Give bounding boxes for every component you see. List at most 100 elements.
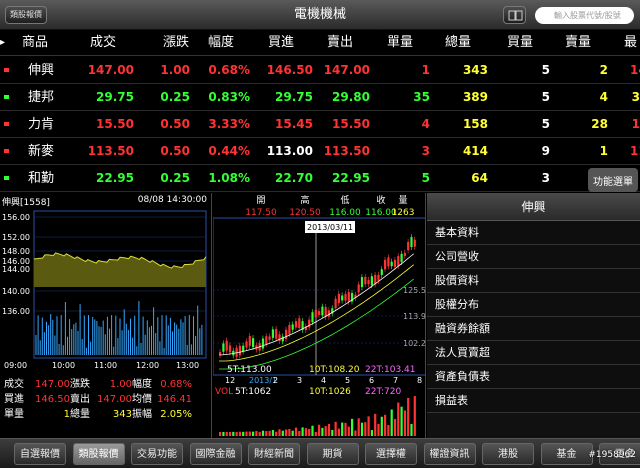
volume-bar [374,413,377,436]
date-axis-label: 7 [393,376,398,385]
volume-bar [331,429,334,436]
volume-bar [354,430,357,436]
volume-bar [268,430,271,436]
menu-item[interactable]: 資產負債表 [427,365,640,389]
menu-item[interactable]: 公司營收 [427,245,640,269]
table-row[interactable]: 新麥113.500.500.44%113.00113.5034149111 [0,138,640,165]
candle-body [275,328,278,339]
kline-value: 117.50 [245,208,277,218]
tab-6[interactable]: 選擇權 [365,443,417,465]
menu-item[interactable]: 股價資料 [427,269,640,293]
trend-down-icon [4,95,9,99]
y-tick-label: 148.00 [2,247,30,256]
col-price[interactable]: 成交 [90,30,116,56]
volume-bar [384,414,387,436]
cell-askvol: 4 [599,90,608,104]
menu-item[interactable]: 損益表 [427,389,640,413]
menu-item[interactable]: 股權分布 [427,293,640,317]
tab-0[interactable]: 自選報價 [14,443,66,465]
col-pct[interactable]: 幅度 [208,30,234,56]
col-ask[interactable]: 賣出 [327,30,353,56]
table-row[interactable]: 伸興 147.00 1.00 0.68% 146.50 147.00 1 343 5 2 14 [0,57,640,84]
function-menu-button[interactable]: 功能選單 [588,168,638,192]
ma-line [219,278,414,370]
candle-body [403,252,406,256]
volume-bar [219,432,222,436]
cell-pct: 0.68% [208,63,250,77]
cell-price: 22.95 [96,171,134,185]
volume-bar [397,402,400,436]
volume-bar [357,418,360,436]
candle-body [314,309,317,318]
cell-last: 3 [631,90,640,104]
volume-bar [301,427,304,436]
col-total[interactable]: 總量 [445,30,471,56]
tab-4[interactable]: 財經新聞 [248,443,300,465]
kline-value: 1263 [392,208,415,218]
menu-item[interactable]: 法人買賣超 [427,341,640,365]
volume-bar [370,430,373,436]
candle-body [344,293,347,301]
tab-2[interactable]: 交易功能 [131,443,183,465]
candle-body [298,318,301,329]
cell-change: 0.25 [160,171,190,185]
book-icon[interactable] [503,6,526,24]
tab-8[interactable]: 港股 [482,443,534,465]
cell-change: 0.25 [160,90,190,104]
volume-bar [318,424,321,436]
cell-askvol: 28 [591,117,608,131]
stock-menu-pane: 伸興 基本資料 公司營收 股價資料 股權分布 融資券餘額 法人買賣超 資產負債表 損益表 [427,193,640,438]
stat-label: 單量 [4,409,24,420]
volume-bar [258,431,261,436]
candle-body [357,284,360,293]
volume-bar [387,425,390,436]
cell-last: 11 [630,144,640,158]
col-last[interactable]: 最 [624,30,637,56]
volume-bar [222,431,225,436]
tab-7[interactable]: 權證資訊 [423,443,476,465]
cell-vol: 35 [413,90,430,104]
vol-label: 10T:1026 [309,387,351,397]
play-icon[interactable]: ▸ [0,30,5,56]
col-askvol[interactable]: 賣量 [565,30,591,56]
kline-header: 量 [398,195,407,206]
tab-5[interactable]: 期貨 [306,443,359,465]
volume-bar [242,431,245,436]
stat-value: 147.00 [97,394,132,405]
volume-bar [308,428,311,436]
menu-item[interactable]: 基本資料 [427,221,640,245]
cell-askvol: 2 [599,63,608,77]
col-bidvol[interactable]: 買量 [507,30,533,56]
cell-pct: 1.08% [208,171,250,185]
volume-bar [265,431,268,436]
table-row[interactable]: 捷邦 29.75 0.25 0.83% 29.75 29.80 35 389 5 4 3 [0,84,640,111]
candle-body [252,338,255,348]
col-change[interactable]: 漲跌 [163,30,189,56]
col-bid[interactable]: 買進 [268,30,294,56]
volume-bar [413,396,416,436]
candle-body [294,321,298,328]
intraday-chart-pane[interactable]: 伸興[1558] 08/08 14:30:00 156.00 152.00 148.… [0,193,212,438]
table-row[interactable]: 力肯 15.50 0.50 3.33% 15.45 15.50 4 158 5 28 1 [0,111,640,138]
date-axis-label: 3 [297,376,302,385]
tab-1[interactable]: 類股報價 [72,443,125,465]
search-input[interactable]: 輸入股票代號/股號 [535,7,634,24]
tab-9[interactable]: 基金 [540,443,593,465]
volume-bar [245,431,248,436]
candle-body [334,298,337,309]
candle-body [380,269,383,275]
x-tick-label: 09:00 [4,361,27,370]
col-vol[interactable]: 單量 [387,30,413,56]
cell-change: 0.50 [160,117,190,131]
cell-bidvol: 5 [541,63,550,77]
col-name[interactable]: 商品 [22,30,48,56]
stock-name: 和勤 [28,171,55,186]
cell-bid: 22.70 [275,171,313,185]
menu-item[interactable]: 融資券餘額 [427,317,640,341]
table-row[interactable]: 和勤 22.95 0.25 1.08% 22.70 22.95 5 64 3 [0,165,640,192]
cell-last: 14 [630,63,640,77]
volume-bar [271,430,274,436]
tab-3[interactable]: 國際金融 [189,443,242,465]
candle-body [370,276,373,286]
kline-chart-pane[interactable]: 開高低收量 117.50 120.50 116.00 116.00 1263 2013/03… [213,193,426,438]
